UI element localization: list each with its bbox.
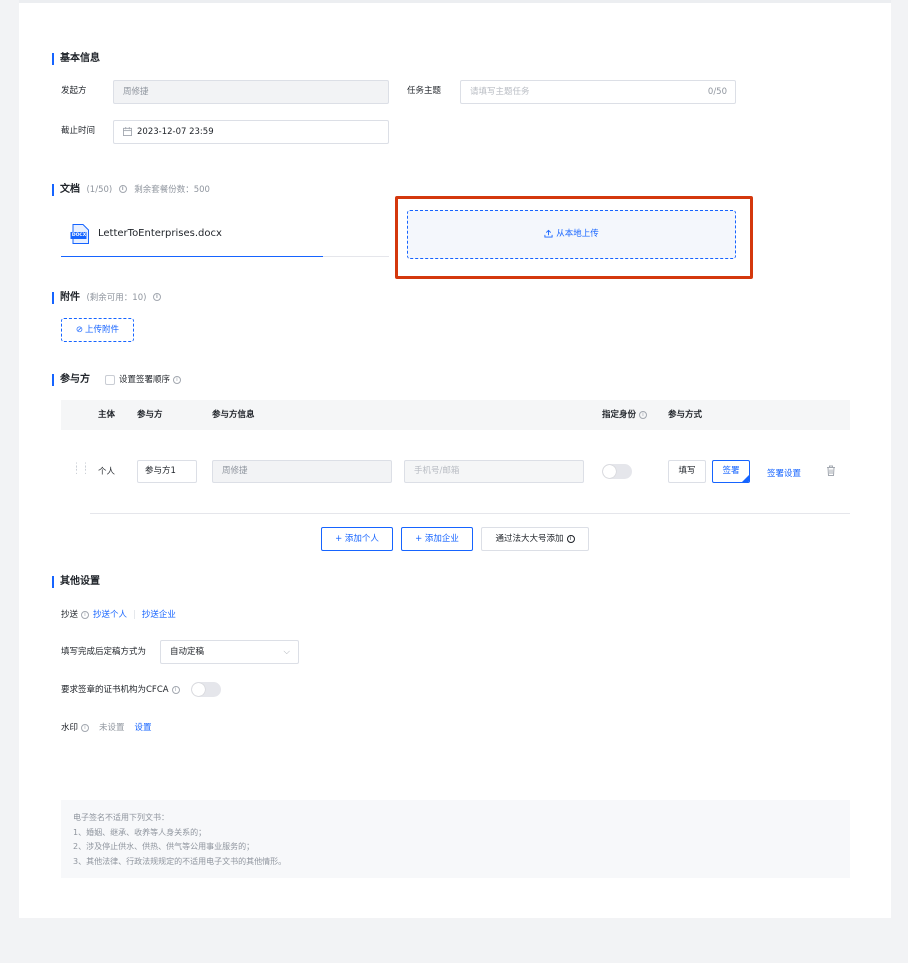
initiator-label: 发起方 bbox=[61, 86, 87, 96]
row-divider bbox=[90, 513, 850, 514]
cfca-toggle[interactable] bbox=[191, 682, 221, 697]
paperclip-icon: ⊘ bbox=[75, 325, 84, 335]
notice-box: 电子签名不适用下列文书： 1、婚姻、继承、收养等人身关系的； 2、涉及停止供水、… bbox=[61, 800, 850, 878]
table-header bbox=[61, 400, 850, 430]
cc-company-link[interactable]: 抄送企业 bbox=[142, 610, 176, 620]
cc-row: 抄送 i 抄送个人 | 抄送企业 bbox=[61, 609, 176, 621]
docx-file-icon: DOCX bbox=[70, 224, 90, 244]
add-person-button[interactable]: + 添加个人 bbox=[321, 527, 393, 551]
sign-settings-link[interactable]: 签署设置 bbox=[767, 467, 801, 479]
watermark-settings-link[interactable]: 设置 bbox=[135, 723, 152, 733]
th-party-info: 参与方信息 bbox=[212, 410, 255, 420]
cc-label: 抄送 bbox=[61, 610, 79, 620]
info-icon: i bbox=[118, 185, 127, 193]
notice-line: 电子签名不适用下列文书： bbox=[73, 813, 169, 822]
watermark-label: 水印 bbox=[61, 723, 79, 733]
th-identity: 指定身份 i bbox=[602, 409, 648, 421]
info-icon: i bbox=[566, 534, 575, 543]
finalize-select[interactable]: 自动定稿 ⌵ bbox=[160, 640, 299, 664]
doc-item[interactable]: DOCX LetterToEnterprises.docx bbox=[61, 212, 323, 257]
calendar-icon bbox=[123, 127, 132, 136]
signing-order-checkbox[interactable] bbox=[105, 375, 115, 385]
th-subject: 主体 bbox=[98, 410, 116, 420]
deadline-picker[interactable]: 2023-12-07 23:59 bbox=[113, 120, 389, 144]
attachments-remaining: (剩余可用：10) bbox=[86, 293, 147, 303]
party-name-input[interactable]: 参与方1 bbox=[137, 460, 197, 483]
chevron-down-icon: ⌵ bbox=[283, 647, 290, 657]
sign-button[interactable]: 签署 bbox=[712, 460, 750, 483]
section-title-docs: 文档 (1/50) i 剩余套餐份数：500 bbox=[52, 184, 210, 196]
docs-count: (1/50) bbox=[86, 185, 113, 195]
trash-icon[interactable] bbox=[826, 465, 836, 476]
subject-label: 任务主题 bbox=[407, 86, 442, 96]
info-icon: i bbox=[152, 293, 161, 301]
upload-icon bbox=[544, 229, 553, 238]
info-icon: i bbox=[173, 375, 182, 384]
th-method: 参与方式 bbox=[668, 410, 703, 420]
subject-char-count: 0/50 bbox=[707, 87, 727, 97]
add-company-button[interactable]: + 添加企业 bbox=[401, 527, 473, 551]
deadline-label: 截止时间 bbox=[61, 126, 96, 136]
subject-input[interactable]: 请填写主题任务 0/50 bbox=[460, 80, 736, 104]
signing-order-label: 设置签署顺序 i bbox=[119, 374, 182, 386]
notice-line: 1、婚姻、继承、收养等人身关系的； bbox=[73, 827, 207, 837]
section-title-other: 其他设置 bbox=[52, 576, 100, 588]
notice-line: 3、其他法律、行政法规规定的不适用电子文书的其他情形。 bbox=[73, 856, 287, 866]
docs-remaining: 剩余套餐份数：500 bbox=[134, 185, 210, 195]
selected-corner-icon bbox=[742, 475, 749, 482]
cc-person-link[interactable]: 抄送个人 bbox=[93, 610, 127, 620]
info-icon: i bbox=[81, 723, 90, 732]
section-title-basic: 基本信息 bbox=[52, 53, 100, 65]
doc-file-name: LetterToEnterprises.docx bbox=[98, 228, 222, 239]
drag-handle-icon[interactable]: ⋮⋮⋮⋮ bbox=[72, 463, 90, 476]
section-title-attachments: 附件 (剩余可用：10) i bbox=[52, 292, 161, 304]
finalize-label: 填写完成后定稿方式为 bbox=[61, 647, 147, 657]
contact-input[interactable]: 手机号/邮箱 bbox=[404, 460, 584, 483]
divider: | bbox=[133, 610, 136, 620]
person-name-field: 周修捷 bbox=[212, 460, 392, 483]
cfca-label: 要求签章的证书机构为CFCA i bbox=[61, 684, 180, 696]
fill-button[interactable]: 填写 bbox=[668, 460, 706, 483]
initiator-field: 周修捷 bbox=[113, 80, 389, 104]
info-icon: i bbox=[171, 685, 180, 694]
watermark-status: 未设置 bbox=[99, 723, 125, 733]
identity-toggle[interactable] bbox=[602, 464, 632, 479]
th-party: 参与方 bbox=[137, 410, 163, 420]
upload-local-button[interactable]: 从本地上传 bbox=[407, 210, 736, 259]
upload-attachment-button[interactable]: ⊘ 上传附件 bbox=[61, 318, 134, 342]
info-icon: i bbox=[639, 410, 648, 419]
info-icon: i bbox=[81, 610, 90, 619]
section-title-participants: 参与方 bbox=[52, 374, 90, 386]
add-by-legal-button[interactable]: 通过法大大号添加 i bbox=[481, 527, 589, 551]
row-subject: 个人 bbox=[98, 467, 116, 477]
watermark-row: 水印 i 未设置 设置 bbox=[61, 722, 152, 734]
doc-divider bbox=[323, 256, 389, 257]
notice-line: 2、涉及停止供水、供热、供气等公用事业服务的； bbox=[73, 842, 255, 851]
